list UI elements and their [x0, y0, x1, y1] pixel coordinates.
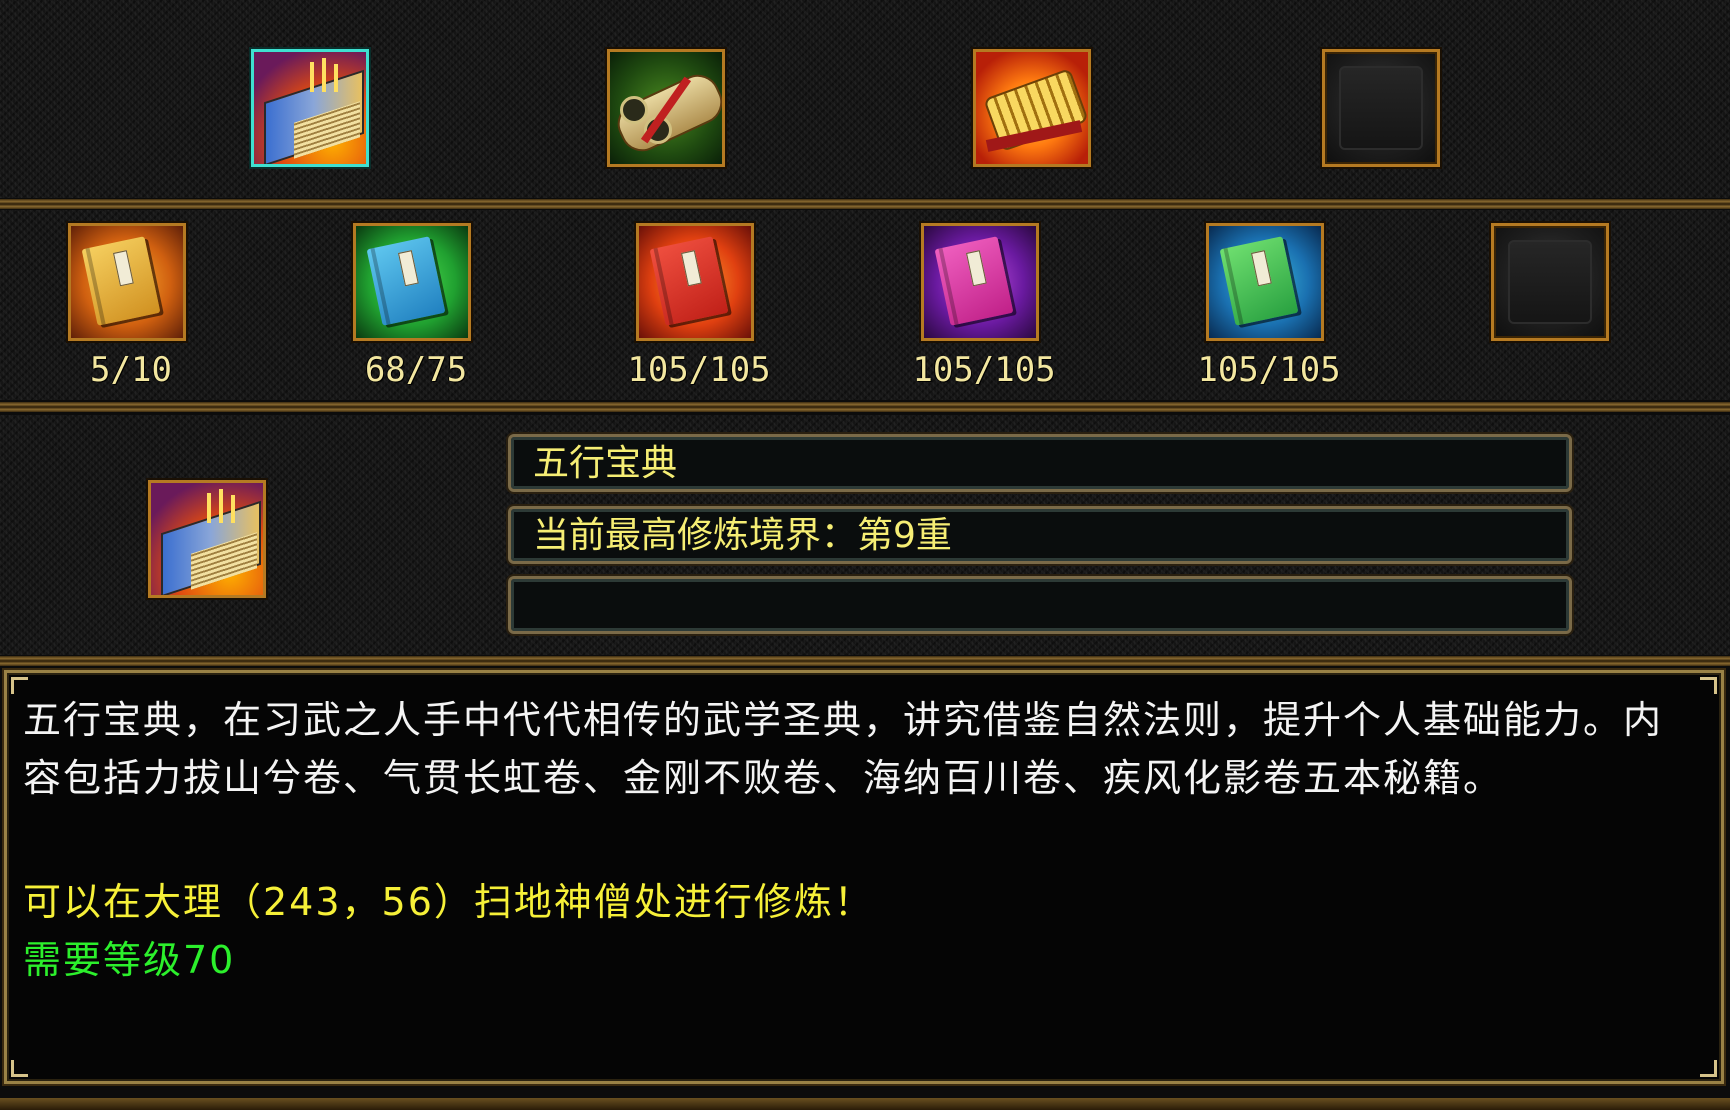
description-box: 五行宝典，在习武之人手中代代相传的武学圣典，讲究借鉴自然法则，提升个人基础能力。…: [4, 670, 1724, 1084]
frame-corner: [1700, 1060, 1717, 1077]
book-progress: 68/75: [364, 350, 468, 390]
skill-extra-bar: [508, 576, 1572, 634]
yellow-book-icon: [71, 226, 183, 338]
book-progress: 105/105: [627, 350, 771, 390]
golden-scroll-icon: [976, 52, 1088, 164]
tab-empty-slot: [1322, 49, 1440, 167]
skill-realm: 当前最高修炼境界：第9重: [533, 515, 952, 556]
book-progress: 5/10: [90, 350, 172, 390]
frame-corner: [11, 1060, 28, 1077]
skill-name: 五行宝典: [533, 443, 678, 484]
selected-skill-icon: [148, 480, 266, 598]
blue-book-icon: [356, 226, 468, 338]
green-book-icon: [1209, 226, 1321, 338]
book-slot-purple[interactable]: [921, 223, 1039, 341]
book-slot-yellow[interactable]: [68, 223, 186, 341]
description-text: 五行宝典，在习武之人手中代代相传的武学圣典，讲究借鉴自然法则，提升个人基础能力。…: [23, 698, 1664, 800]
golden-tome-icon: [151, 483, 263, 595]
bottom-frame-edge: [0, 1098, 1730, 1110]
golden-tome-icon: [254, 52, 366, 164]
tab-golden-scrolls[interactable]: [973, 49, 1091, 167]
red-book-icon: [639, 226, 751, 338]
tab-scroll-bundle[interactable]: [607, 49, 725, 167]
skill-name-bar: 五行宝典: [508, 434, 1572, 492]
book-progress: 105/105: [912, 350, 1056, 390]
divider: [0, 199, 1730, 209]
scroll-bundle-icon: [610, 52, 722, 164]
book-slot-red[interactable]: [636, 223, 754, 341]
book-slot-green[interactable]: [1206, 223, 1324, 341]
book-progress: 105/105: [1197, 350, 1341, 390]
book-slot-blue[interactable]: [353, 223, 471, 341]
skill-book-bar: [0, 210, 1730, 400]
training-location: 可以在大理（243，56）扫地神僧处进行修炼！: [23, 880, 874, 924]
tab-wuxing-baodian[interactable]: [251, 49, 369, 167]
divider: [0, 656, 1730, 666]
skill-realm-bar: 当前最高修炼境界：第9重: [508, 506, 1572, 564]
divider: [0, 402, 1730, 412]
frame-corner: [1700, 677, 1717, 694]
purple-book-icon: [924, 226, 1036, 338]
book-slot-empty: [1491, 223, 1609, 341]
level-requirement: 需要等级70: [23, 938, 236, 982]
